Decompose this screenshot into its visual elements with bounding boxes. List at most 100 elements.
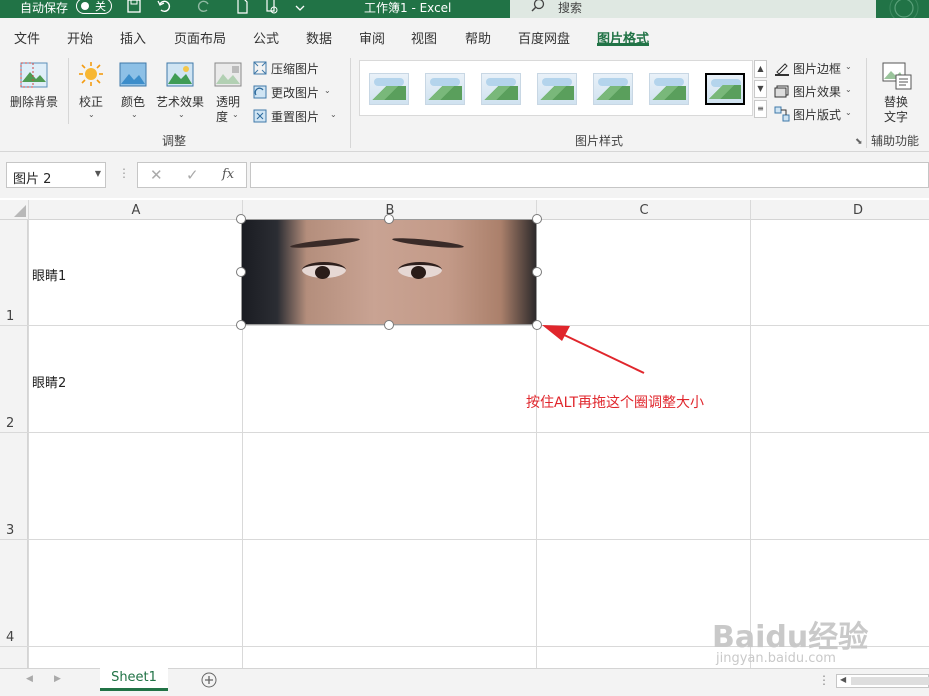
resize-handle-bottom-left[interactable]	[236, 320, 246, 330]
picture-effects-button[interactable]: 图片效果	[793, 83, 841, 100]
picture-effects-caret[interactable]: ⌄	[845, 85, 852, 94]
gallery-more-button[interactable]: ≡	[754, 100, 767, 118]
transparency-dropdown-caret[interactable]: ⌄	[232, 110, 239, 119]
picture-style-2[interactable]	[425, 73, 465, 105]
scroll-left-arrow-icon[interactable]: ◀	[840, 675, 846, 684]
row-headers	[0, 220, 28, 668]
customize-toolbar-icon[interactable]	[292, 0, 308, 14]
eyes-picture[interactable]	[241, 219, 537, 325]
enter-check-icon[interactable]: ✓	[186, 166, 199, 184]
resize-handle-top[interactable]	[384, 214, 394, 224]
picture-style-6[interactable]	[649, 73, 689, 105]
ribbon-separator	[866, 58, 867, 148]
search-box[interactable]: 搜索	[510, 0, 876, 18]
corrections-dropdown-caret[interactable]: ⌄	[88, 110, 95, 119]
cell-a2[interactable]: 眼睛2	[32, 372, 66, 391]
change-picture-button[interactable]: 更改图片	[271, 84, 319, 101]
tab-data[interactable]: 数据	[306, 28, 332, 47]
add-sheet-icon[interactable]	[201, 672, 217, 688]
column-header-d[interactable]: D	[848, 203, 868, 218]
new-file-icon[interactable]	[234, 0, 250, 14]
document-title: 工作簿1 - Excel	[364, 1, 452, 15]
tab-baidu-netdisk[interactable]: 百度网盘	[518, 28, 570, 47]
tab-insert[interactable]: 插入	[120, 28, 146, 47]
transparency-icon[interactable]	[214, 62, 242, 87]
grid-line	[28, 200, 29, 668]
sheet-tab-label: Sheet1	[111, 670, 157, 685]
tab-page-layout[interactable]: 页面布局	[174, 28, 226, 47]
column-header-c[interactable]: C	[634, 203, 654, 218]
picture-style-4[interactable]	[537, 73, 577, 105]
horizontal-scrollbar[interactable]: ◀	[836, 674, 929, 688]
transparency-button-line2[interactable]: 度	[216, 108, 228, 125]
scroll-tabs-left-icon[interactable]: ◀	[26, 674, 33, 684]
picture-border-caret[interactable]: ⌄	[845, 62, 852, 71]
alt-text-button-line2[interactable]: 文字	[884, 108, 908, 125]
tab-file[interactable]: 文件	[14, 28, 40, 47]
picture-border-button[interactable]: 图片边框	[793, 60, 841, 77]
select-all-icon[interactable]	[14, 205, 26, 217]
artistic-effects-button[interactable]: 艺术效果	[156, 93, 204, 110]
row-header-1[interactable]: 1	[6, 309, 14, 324]
tab-formulas[interactable]: 公式	[253, 28, 279, 47]
corrections-sun-icon[interactable]	[78, 61, 104, 87]
sheet-tab-sheet1[interactable]: Sheet1	[100, 667, 168, 691]
picture-style-7[interactable]	[705, 73, 745, 105]
group-label-picture-styles: 图片样式	[575, 134, 624, 148]
row-header-2[interactable]: 2	[6, 416, 14, 431]
touch-mode-icon[interactable]	[263, 0, 279, 14]
cancel-icon[interactable]: ✕	[150, 166, 163, 184]
tab-help[interactable]: 帮助	[465, 28, 491, 47]
picture-style-1[interactable]	[369, 73, 409, 105]
grid-line	[0, 539, 929, 540]
undo-icon[interactable]	[156, 0, 172, 14]
resize-handle-top-right[interactable]	[532, 214, 542, 224]
save-icon[interactable]	[126, 0, 142, 14]
name-box[interactable]: 图片 2 ▼	[6, 162, 106, 188]
remove-background-icon[interactable]	[20, 62, 48, 88]
compress-pictures-icon	[253, 61, 267, 75]
tab-view[interactable]: 视图	[411, 28, 437, 47]
reset-picture-button[interactable]: 重置图片	[271, 108, 319, 125]
tab-review[interactable]: 审阅	[359, 28, 385, 47]
remove-background-button[interactable]: 删除背景	[10, 93, 58, 110]
picture-styles-gallery	[359, 60, 753, 116]
cell-a1[interactable]: 眼睛1	[32, 265, 66, 284]
row-header-4[interactable]: 4	[6, 630, 14, 645]
grid-line	[0, 432, 929, 433]
alt-text-icon[interactable]	[882, 62, 912, 90]
tab-home[interactable]: 开始	[67, 28, 93, 47]
picture-layout-button[interactable]: 图片版式	[793, 106, 841, 123]
resize-handle-top-left[interactable]	[236, 214, 246, 224]
compress-pictures-button[interactable]: 压缩图片	[271, 60, 319, 77]
artistic-effects-icon[interactable]	[166, 62, 194, 87]
change-picture-caret[interactable]: ⌄	[324, 86, 331, 95]
color-button[interactable]: 颜色	[121, 93, 145, 110]
artistic-effects-dropdown-caret[interactable]: ⌄	[178, 110, 185, 119]
reset-picture-caret[interactable]: ⌄	[330, 110, 337, 119]
column-header-a[interactable]: A	[126, 203, 146, 218]
scrollbar-thumb[interactable]	[851, 677, 929, 685]
dialog-launcher-icon[interactable]: ⬊	[855, 137, 863, 147]
corrections-button[interactable]: 校正	[79, 93, 103, 110]
picture-style-3[interactable]	[481, 73, 521, 105]
reset-picture-icon	[253, 109, 267, 123]
picture-style-5[interactable]	[593, 73, 633, 105]
resize-handle-left[interactable]	[236, 267, 246, 277]
autosave-toggle[interactable]: 关	[76, 0, 112, 14]
gallery-scroll-up[interactable]: ▲	[754, 60, 767, 78]
formula-input[interactable]	[250, 162, 929, 188]
gallery-scroll-down[interactable]: ▼	[754, 80, 767, 98]
resize-handle-bottom[interactable]	[384, 320, 394, 330]
color-icon[interactable]	[119, 62, 147, 87]
insert-function-button[interactable]: fx	[222, 167, 234, 182]
scroll-tabs-right-icon[interactable]: ▶	[54, 674, 61, 684]
name-box-dropdown-icon[interactable]: ▼	[95, 169, 101, 178]
resize-handle-right[interactable]	[532, 267, 542, 277]
row-header-3[interactable]: 3	[6, 523, 14, 538]
autosave-label: 自动保存	[20, 1, 69, 15]
decorative-circles-icon	[889, 0, 919, 18]
redo-icon[interactable]	[196, 0, 212, 14]
color-dropdown-caret[interactable]: ⌄	[131, 110, 138, 119]
picture-layout-caret[interactable]: ⌄	[845, 108, 852, 117]
